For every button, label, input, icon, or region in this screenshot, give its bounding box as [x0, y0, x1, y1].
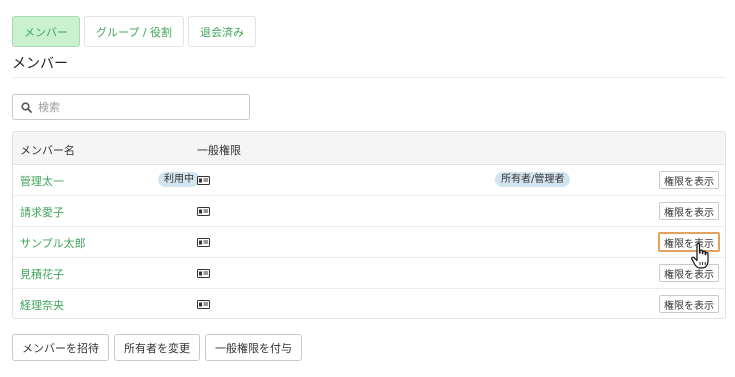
member-name-link[interactable]: 経理奈央	[20, 297, 64, 313]
table-row: 見積花子 権限を表示	[13, 258, 725, 289]
view-permissions-button[interactable]: 権限を表示	[659, 171, 719, 189]
search-icon	[21, 101, 32, 113]
members-table: メンバー名 一般権限 管理太一 利用中 所有者/管理者 権限を表示 請求愛子 権…	[12, 131, 726, 319]
id-card-icon	[197, 176, 210, 185]
member-name-link[interactable]: サンプル太郎	[20, 235, 86, 251]
table-row: 管理太一 利用中 所有者/管理者 権限を表示	[13, 165, 725, 196]
view-permissions-button[interactable]: 権限を表示	[659, 202, 719, 220]
grant-general-permissions-button[interactable]: 一般権限を付与	[205, 334, 302, 361]
page-title: メンバー	[12, 56, 68, 72]
tab-withdrawn[interactable]: 退会済み	[188, 16, 257, 47]
member-name-link[interactable]: 請求愛子	[20, 204, 64, 220]
table-row: 請求愛子 権限を表示	[13, 196, 725, 227]
table-header: メンバー名 一般権限	[13, 132, 725, 165]
action-bar: メンバーを招待 所有者を変更 一般権限を付与	[12, 334, 302, 361]
view-permissions-button[interactable]: 権限を表示	[659, 295, 719, 313]
tab-bar: メンバー グループ / 役割 退会済み	[12, 16, 257, 47]
member-name-link[interactable]: 管理太一	[20, 173, 64, 189]
invite-member-button[interactable]: メンバーを招待	[12, 334, 109, 361]
hand-pointer-icon	[691, 243, 709, 269]
search-box[interactable]	[12, 94, 250, 120]
column-header-member-name: メンバー名	[20, 144, 75, 157]
column-header-general-permissions: 一般権限	[197, 144, 241, 157]
change-owner-button[interactable]: 所有者を変更	[114, 334, 200, 361]
id-card-icon	[197, 207, 210, 216]
table-row: サンプル太郎 権限を表示	[13, 227, 725, 258]
table-row: 経理奈央 権限を表示	[13, 289, 725, 318]
role-badge: 所有者/管理者	[495, 172, 571, 187]
search-input[interactable]	[38, 100, 238, 114]
id-card-icon	[197, 238, 210, 247]
status-badge: 利用中	[158, 172, 200, 187]
id-card-icon	[197, 269, 210, 278]
divider	[12, 77, 726, 78]
tab-groups-roles[interactable]: グループ / 役割	[84, 16, 185, 47]
tab-members[interactable]: メンバー	[12, 16, 80, 47]
member-name-link[interactable]: 見積花子	[20, 266, 64, 282]
id-card-icon	[197, 300, 210, 309]
